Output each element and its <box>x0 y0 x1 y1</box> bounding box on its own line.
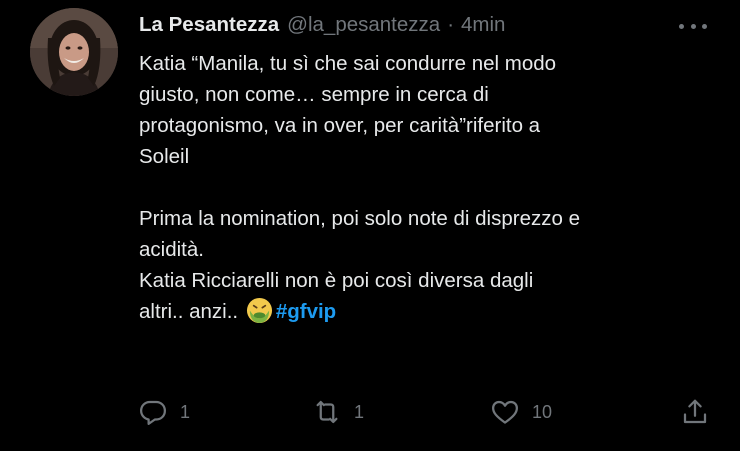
more-dot <box>679 23 684 29</box>
avatar[interactable] <box>30 8 118 96</box>
tweet-text-line: Soleil <box>139 145 190 168</box>
tweet-text-line: Katia “Manila, tu sì che sai condurre ne… <box>139 52 557 75</box>
more-options-icon[interactable] <box>679 16 707 36</box>
nauseated-face-emoji <box>246 297 273 324</box>
tweet-text-line: Katia Ricciarelli non è poi così diversa… <box>139 269 534 292</box>
tweet-text-line: protagonismo, va in over, per carità”rif… <box>139 114 541 137</box>
tweet-text-line: acidità. <box>139 238 204 261</box>
timestamp[interactable]: 4min <box>461 13 505 37</box>
like-button[interactable]: 10 <box>490 392 552 432</box>
tweet-text-line: giusto, non come… sempre in cerca di <box>139 83 489 106</box>
user-handle[interactable]: @la_pesantezza <box>287 13 440 37</box>
hashtag-link[interactable]: #gfvip <box>276 300 336 323</box>
tweet[interactable]: La Pesantezza @la_pesantezza · 4min Kati… <box>0 0 740 451</box>
more-dot <box>690 23 696 29</box>
more-dot <box>702 23 707 29</box>
tweet-text-last-line: altri.. anzi.. #gfvip <box>139 296 724 327</box>
reply-icon <box>140 400 166 425</box>
heart-icon <box>492 400 518 424</box>
tweet-text: Katia “Manila, tu sì che sai condurre ne… <box>139 48 724 327</box>
share-button[interactable] <box>680 392 710 432</box>
like-count: 10 <box>532 401 553 422</box>
tweet-text-line: Prima la nomination, poi solo note di di… <box>139 207 580 230</box>
action-bar: 1 1 10 <box>0 392 740 432</box>
retweet-button[interactable]: 1 <box>312 392 364 432</box>
display-name[interactable]: La Pesantezza <box>139 13 279 37</box>
separator-dot: · <box>447 13 455 36</box>
retweet-count: 1 <box>354 401 365 422</box>
reply-button[interactable]: 1 <box>138 392 190 432</box>
avatar-photo <box>30 8 118 96</box>
reply-count: 1 <box>180 401 191 422</box>
tweet-text-line: altri.. anzi.. <box>139 300 239 323</box>
tweet-header: La Pesantezza @la_pesantezza · 4min <box>139 13 505 39</box>
retweet-icon <box>316 400 338 424</box>
share-icon <box>683 399 707 424</box>
